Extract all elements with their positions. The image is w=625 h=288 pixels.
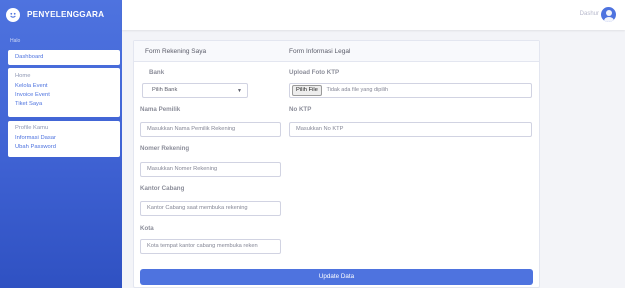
- bank-select-value: Pilih Bank: [152, 87, 178, 93]
- bank-select[interactable]: Pilih Bank ▼: [142, 83, 248, 98]
- user-name[interactable]: Dashur: [580, 11, 599, 17]
- choose-file-button[interactable]: Pilih File: [292, 85, 322, 96]
- account-number-label: Nomer Rekening: [140, 145, 190, 152]
- city-input[interactable]: Kota tempat kantor cabang membuka reken: [140, 239, 281, 254]
- owner-name-input[interactable]: Masukkan Nama Pemilik Rekening: [140, 122, 281, 137]
- form-panel: Form Rekening Saya Form Informasi Legal …: [133, 40, 540, 288]
- panel-header: Form Rekening Saya Form Informasi Legal: [134, 41, 539, 62]
- city-label: Kota: [140, 225, 154, 232]
- branch-label: Kantor Cabang: [140, 185, 185, 192]
- sidebar-item-profile[interactable]: Profile Kamu: [15, 125, 48, 131]
- sidebar-item-informasi-dasar[interactable]: Informasi Dasar: [15, 135, 56, 141]
- event-menu-card: Home Kelola Event Invoice Event Tiket Sa…: [8, 68, 120, 117]
- section-title-legal: Form Informasi Legal: [289, 48, 351, 55]
- ktp-photo-file-input[interactable]: Pilih File Tidak ada file yang dipilih: [289, 83, 532, 98]
- sidebar-item-dashboard[interactable]: Dashboard: [15, 54, 43, 60]
- file-status: Tidak ada file yang dipilih: [326, 87, 389, 93]
- sidebar-item-tiket-saya[interactable]: Tiket Saya: [15, 101, 42, 107]
- sidebar: PENYELENGGARA Halo Dashboard Home Kelola…: [0, 0, 122, 288]
- sidebar-item-invoice-event[interactable]: Invoice Event: [15, 92, 50, 98]
- ktp-number-input[interactable]: Masukkan No KTP: [289, 122, 532, 137]
- smile-icon: [6, 8, 20, 22]
- section-title-rekening: Form Rekening Saya: [145, 48, 207, 55]
- update-data-button[interactable]: Update Data: [140, 269, 533, 285]
- bank-label: Bank: [149, 69, 165, 76]
- branch-input[interactable]: Kantor Cabang saat membuka rekening: [140, 201, 281, 216]
- profile-menu-card: Profile Kamu Informasi Dasar Ubah Passwo…: [8, 121, 120, 157]
- owner-label: Nama Pemilik: [140, 106, 181, 113]
- topbar: Dashur: [122, 0, 625, 30]
- user-avatar-icon[interactable]: [601, 7, 616, 22]
- ktp-photo-label: Upload Foto KTP: [289, 69, 340, 76]
- account-number-input[interactable]: Masukkan Nomer Rekening: [140, 162, 281, 177]
- sidebar-heading: Halo: [10, 38, 21, 44]
- sidebar-item-kelola-event[interactable]: Kelola Event: [15, 83, 48, 89]
- dashboard-card: Dashboard: [8, 50, 120, 65]
- brand[interactable]: PENYELENGGARA: [0, 0, 122, 30]
- brand-name: PENYELENGGARA: [27, 10, 105, 19]
- sidebar-item-home[interactable]: Home: [15, 73, 30, 79]
- caret-down-icon: ▼: [237, 88, 242, 94]
- sidebar-item-ubah-password[interactable]: Ubah Password: [15, 144, 56, 150]
- ktp-number-label: No KTP: [289, 106, 312, 113]
